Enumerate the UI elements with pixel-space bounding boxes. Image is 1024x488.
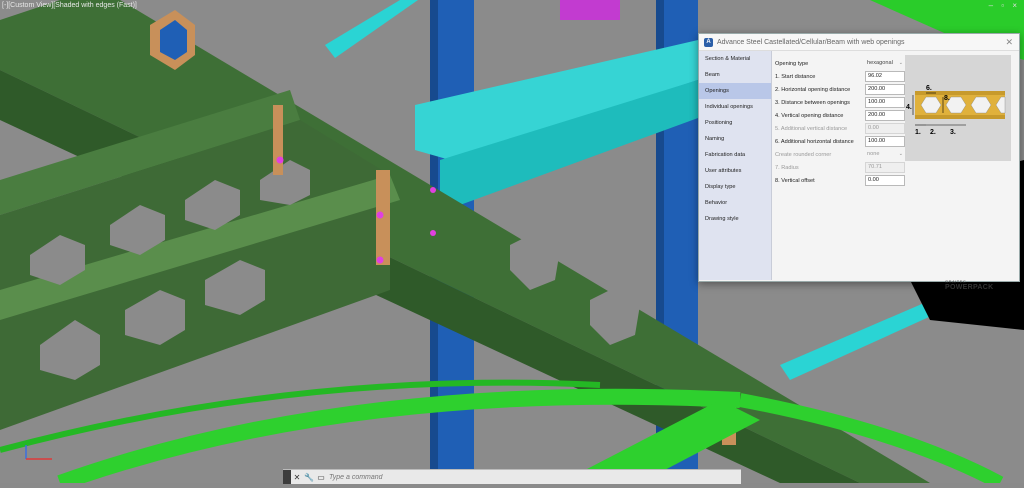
nav-section-material[interactable]: Section & Material (699, 51, 771, 67)
distance-between-openings-label: 3. Distance between openings (775, 99, 850, 106)
advance-steel-logo-icon: A (704, 37, 713, 47)
horizontal-opening-distance-label: 2. Horizontal opening distance (775, 86, 851, 93)
additional-vertical-distance-field: 0.00 (865, 123, 905, 134)
nav-positioning[interactable]: Positioning (699, 115, 771, 131)
chevron-down-icon: ⌄ (898, 60, 903, 66)
dialog-sidebar: Section & Material Beam Openings Individ… (699, 51, 772, 280)
create-rounded-corner-value: none (867, 151, 880, 157)
chevron-down-icon: ⌄ (898, 151, 903, 157)
preview-label-8: 8. (944, 95, 950, 102)
command-input[interactable] (327, 473, 711, 481)
additional-vertical-distance-label: 5. Additional vertical distance (775, 125, 848, 132)
nav-fabrication-data[interactable]: Fabrication data (699, 147, 771, 163)
vertical-opening-distance-field[interactable]: 200.00 (865, 110, 905, 121)
start-distance-field[interactable]: 96.02 (865, 71, 905, 82)
create-rounded-corner-label: Create rounded corner (775, 151, 832, 158)
wrench-icon[interactable]: 🔧 (303, 473, 315, 482)
nav-naming[interactable]: Naming (699, 131, 771, 147)
distance-between-openings-field[interactable]: 100.00 (865, 97, 905, 108)
vertical-opening-distance-row: 4. Vertical opening distance 200.00 (775, 109, 905, 122)
vertical-offset-row: 8. Vertical offset 0.00 (775, 174, 905, 187)
nav-openings[interactable]: Openings (699, 83, 771, 99)
openings-preview-diagram: 6. 8. 4. 1. 2. 3. (905, 55, 1011, 161)
ucs-icon (25, 445, 52, 460)
additional-horizontal-distance-field[interactable]: 100.00 (865, 136, 905, 147)
vertical-offset-label: 8. Vertical offset (775, 177, 815, 184)
vertical-opening-distance-label: 4. Vertical opening distance (775, 112, 844, 119)
castellated-beam-dialog: A Advance Steel Castellated/Cellular/Bea… (698, 33, 1020, 291)
create-rounded-corner-row: Create rounded corner none ⌄ (775, 148, 905, 161)
nav-drawing-style[interactable]: Drawing style (699, 211, 771, 227)
distance-between-openings-row: 3. Distance between openings 100.00 (775, 96, 905, 109)
opening-type-value: hexagonal (867, 60, 893, 66)
nav-user-attributes[interactable]: User attributes (699, 163, 771, 179)
vertical-offset-field[interactable]: 0.00 (865, 175, 905, 186)
close-icon[interactable]: ✕ (291, 473, 303, 482)
dialog-titlebar[interactable]: A Advance Steel Castellated/Cellular/Bea… (699, 34, 1019, 51)
dialog-title: Advance Steel Castellated/Cellular/Beam … (717, 38, 905, 46)
opening-type-label: Opening type (775, 60, 809, 67)
nav-display-type[interactable]: Display type (699, 179, 771, 195)
graitec-powerpack-logo: GRAITEC POWERPACK (945, 279, 993, 291)
window-controls[interactable]: – ▫ × (989, 1, 1020, 10)
command-grip[interactable] (283, 470, 291, 484)
brand-line2: POWERPACK (945, 284, 994, 291)
horizontal-opening-distance-row: 2. Horizontal opening distance 200.00 (775, 83, 905, 96)
viewport-label[interactable]: [-][Custom View][Shaded with edges (Fast… (2, 2, 137, 9)
command-history-icon[interactable]: ▭ (315, 473, 327, 482)
close-icon[interactable]: ✕ (1005, 37, 1013, 48)
preview-label-4: 4. (906, 104, 912, 111)
nav-behavior[interactable]: Behavior (699, 195, 771, 211)
horizontal-opening-distance-field[interactable]: 200.00 (865, 84, 905, 95)
additional-horizontal-distance-row: 6. Additional horizontal distance 100.00 (775, 135, 905, 148)
preview-label-3: 3. (950, 129, 956, 136)
radius-label: 7. Radius (775, 164, 799, 171)
opening-type-select[interactable]: hexagonal ⌄ (865, 59, 903, 68)
preview-label-6: 6. (926, 85, 932, 92)
castellated-diagram: 6. 8. 4. 1. 2. 3. (905, 55, 1011, 161)
start-distance-label: 1. Start distance (775, 73, 816, 80)
radius-row: 7. Radius 70.71 (775, 161, 905, 174)
openings-form: Opening type hexagonal ⌄ 1. Start distanc… (775, 57, 905, 187)
opening-type-row: Opening type hexagonal ⌄ (775, 57, 905, 70)
nav-beam[interactable]: Beam (699, 67, 771, 83)
create-rounded-corner-select: none ⌄ (865, 150, 903, 159)
nav-individual-openings[interactable]: Individual openings (699, 99, 771, 115)
command-line: ✕ 🔧 ▭ (283, 469, 741, 484)
preview-label-1: 1. (915, 129, 921, 136)
start-distance-row: 1. Start distance 96.02 (775, 70, 905, 83)
preview-label-2: 2. (930, 129, 936, 136)
radius-field: 70.71 (865, 162, 905, 173)
additional-vertical-distance-row: 5. Additional vertical distance 0.00 (775, 122, 905, 135)
additional-horizontal-distance-label: 6. Additional horizontal distance (775, 138, 854, 145)
